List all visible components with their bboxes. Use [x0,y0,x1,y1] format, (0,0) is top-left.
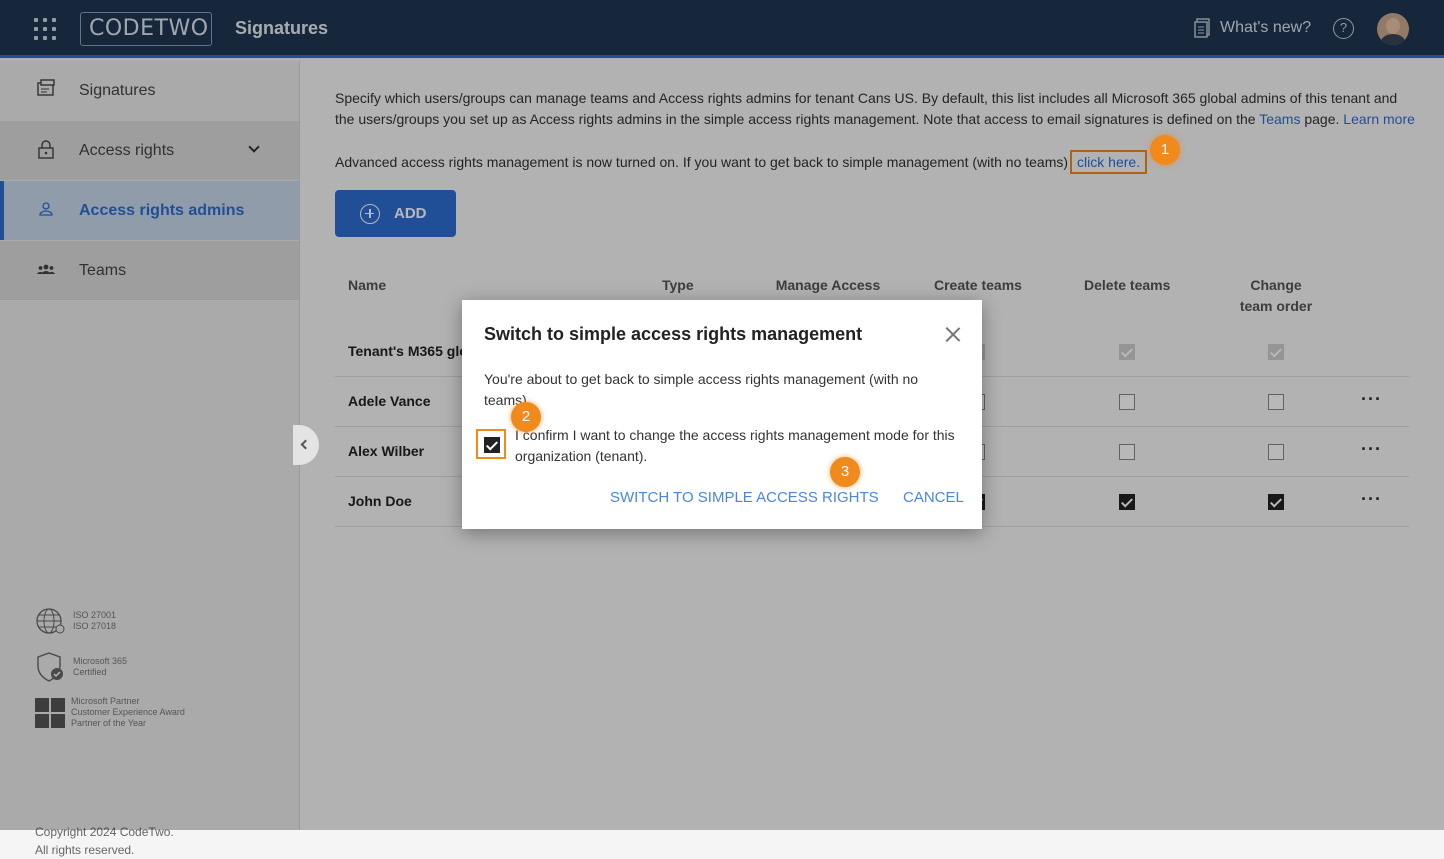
copyright-line: All rights reserved. [35,843,135,857]
step-badge: 1 [1150,135,1180,165]
confirm-checkbox[interactable] [484,437,500,453]
step-badge: 2 [511,402,541,432]
close-icon[interactable] [942,324,964,346]
cancel-button[interactable]: CANCEL [903,489,964,506]
step-badge: 3 [830,457,860,487]
confirm-label[interactable]: I confirm I want to change the access ri… [515,425,965,467]
dialog-message: You're about to get back to simple acces… [484,371,919,408]
confirm-checkbox-highlight [476,429,506,459]
dialog-title: Switch to simple access rights managemen… [484,324,863,344]
chevron-left-icon [300,439,311,450]
switch-to-simple-button[interactable]: SWITCH TO SIMPLE ACCESS RIGHTS [610,489,879,506]
